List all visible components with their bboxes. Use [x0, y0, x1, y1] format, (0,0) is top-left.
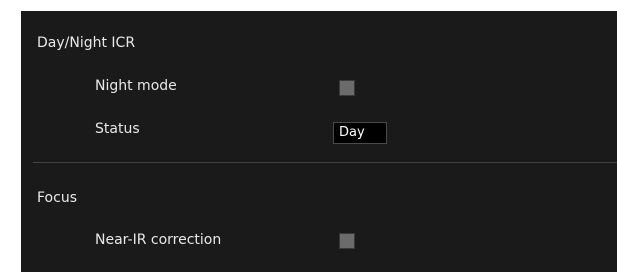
- status-value: Day: [333, 122, 387, 144]
- focus-heading: Focus: [37, 190, 77, 206]
- near-ir-correction-label: Near-IR correction: [95, 232, 222, 248]
- section-divider: [33, 162, 617, 163]
- night-mode-label: Night mode: [95, 78, 177, 94]
- settings-panel: Day/Night ICR Night mode Status Day Focu…: [21, 11, 617, 272]
- night-mode-checkbox[interactable]: [339, 80, 355, 96]
- day-night-icr-heading: Day/Night ICR: [37, 35, 136, 51]
- near-ir-correction-checkbox[interactable]: [339, 233, 355, 249]
- status-label: Status: [95, 121, 140, 137]
